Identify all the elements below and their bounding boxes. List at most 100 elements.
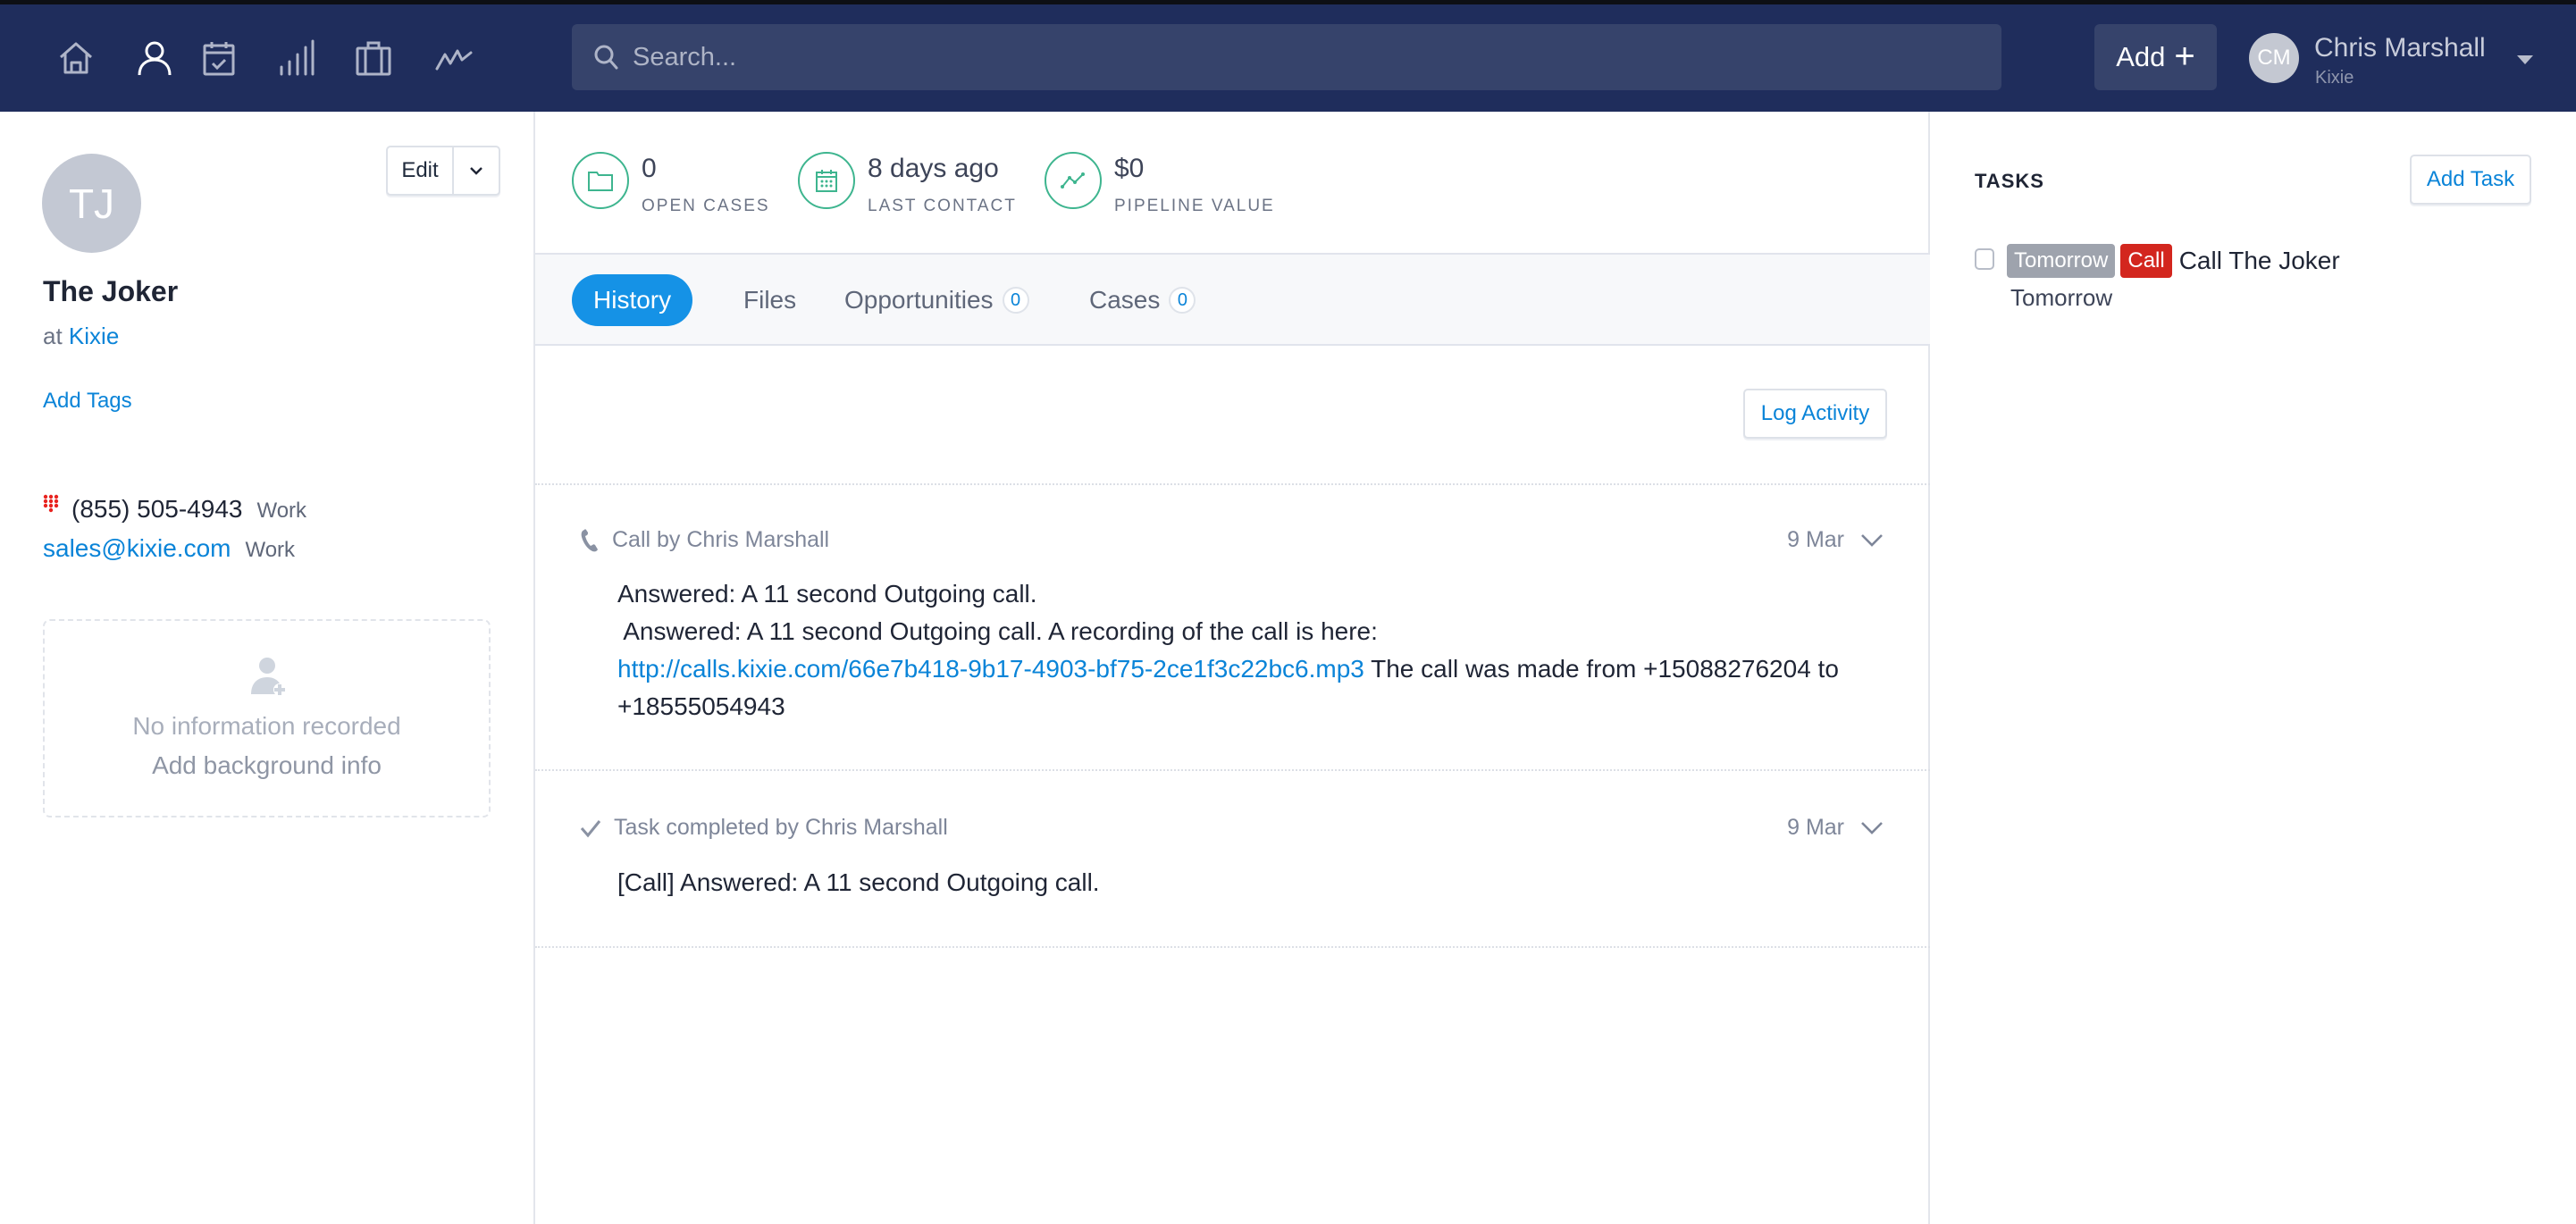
folder-icon [588,172,613,191]
contact-name: The Joker [43,275,179,307]
nav-reports[interactable] [275,38,316,79]
edit-button-group: Edit [386,146,500,196]
history-entry-title: Call by Chris Marshall [612,527,830,552]
entry-text: The call was made from +15088276204 to [1364,655,1839,683]
trend-line-icon [1061,172,1085,189]
activity-line-icon [435,49,473,71]
stat-icon-circle [798,152,855,209]
stat-icon-circle [1045,152,1102,209]
chevron-down-icon[interactable] [1860,533,1884,548]
plus-icon: + [2174,36,2195,76]
contact-sidebar: TJ Edit The Joker at Kixie Add Tags (855… [0,112,535,1224]
history-entry-date-row: 9 Mar [1787,815,1884,841]
email-type: Work [245,538,296,562]
phone-type: Work [256,499,307,523]
chevron-down-icon[interactable] [1860,821,1884,835]
contact-avatar: TJ [42,154,141,253]
nav-pipeline[interactable] [433,38,474,79]
add-task-button[interactable]: Add Task [2410,155,2531,205]
top-nav-bar: Add + CM Chris Marshall Kixie [0,4,2576,112]
task-type-badge: Call [2120,244,2172,278]
divider [535,769,1930,771]
person-icon [138,41,172,76]
divider [535,946,1930,948]
contact-company-line: at Kixie [43,323,119,350]
home-icon [60,42,92,74]
nav-cases[interactable] [353,38,394,79]
add-tags-link[interactable]: Add Tags [43,389,132,414]
tab-cases[interactable]: Cases 0 [1089,274,1196,326]
signal-bars-icon [280,39,315,76]
add-button-label: Add [2116,41,2166,72]
chevron-down-icon [470,167,482,175]
count-badge: 0 [1169,287,1196,314]
email-link[interactable]: sales@kixie.com [43,534,231,563]
nav-tasks[interactable] [198,38,239,79]
nav-contacts[interactable] [134,38,175,79]
history-entry-body: [Call] Answered: A 11 second Outgoing ca… [617,864,1904,901]
email-row: sales@kixie.com Work [43,534,295,563]
add-button[interactable]: Add + [2094,24,2217,90]
task-checkbox[interactable] [1975,248,1994,270]
stat-label: PIPELINE VALUE [1114,197,1275,215]
divider [535,483,1930,485]
stat-icon-circle [572,152,629,209]
log-activity-button[interactable]: Log Activity [1743,389,1887,439]
history-entry-date-row: 9 Mar [1787,527,1884,553]
history-entry-body: Answered: A 11 second Outgoing call. Ans… [617,575,1904,725]
stat-value: $0 [1114,154,1145,183]
calendar-check-icon [203,42,235,76]
history-entry-header: Call by Chris Marshall [580,527,829,553]
edit-button[interactable]: Edit [388,147,454,194]
stat-value: 0 [642,154,657,183]
stat-open-cases: 0 OPEN CASES [572,152,770,216]
count-badge: 0 [1002,287,1029,314]
entry-line: Answered: A 11 second Outgoing call. [617,580,1037,608]
phone-row: (855) 505-4943 Work [43,494,306,524]
history-entry-date: 9 Mar [1787,527,1844,552]
search-input[interactable] [633,42,1973,72]
background-empty-text: No information recorded [132,712,401,740]
stat-label: LAST CONTACT [868,197,1017,215]
at-prefix: at [43,323,63,349]
history-entry-header: Task completed by Chris Marshall [580,815,948,841]
user-name[interactable]: Chris Marshall [2314,33,2486,63]
tab-opportunities[interactable]: Opportunities 0 [844,274,1029,326]
tab-label: Opportunities [844,286,994,314]
user-avatar[interactable]: CM [2249,33,2299,83]
tab-label: Files [743,286,797,314]
search-bar[interactable] [572,24,2001,90]
tab-history[interactable]: History [572,274,693,326]
briefcase-icon [356,41,391,76]
contact-main: 0 OPEN CASES 8 days ago LAST CONTACT $0 … [535,112,1930,1224]
stat-value: 8 days ago [868,154,999,183]
entry-line: Answered: A 11 second Outgoing call. A r… [617,617,1378,645]
entry-line: +18555054943 [617,692,785,720]
stat-last-contact: 8 days ago LAST CONTACT [798,152,1017,216]
entry-line: [Call] Answered: A 11 second Outgoing ca… [617,868,1100,896]
recording-link[interactable]: http://calls.kixie.com/66e7b418-9b17-490… [617,655,1364,683]
user-menu-caret-icon[interactable] [2517,55,2533,64]
task-when-badge: Tomorrow [2007,244,2116,278]
task-title[interactable]: Call The Joker [2179,247,2340,275]
tab-files[interactable]: Files [743,274,796,326]
tab-label: History [593,286,672,314]
add-background-link[interactable]: Add background info [152,751,382,780]
stats-strip: 0 OPEN CASES 8 days ago LAST CONTACT $0 … [535,112,1930,255]
company-link[interactable]: Kixie [69,323,119,349]
background-info-box[interactable]: No information recorded Add background i… [43,619,491,817]
stat-pipeline-value: $0 PIPELINE VALUE [1045,152,1275,216]
phone-number[interactable]: (855) 505-4943 [71,495,242,524]
tasks-panel: TASKS Add Task Tomorrow Call Call The Jo… [1930,112,2576,1224]
entry-line: http://calls.kixie.com/66e7b418-9b17-490… [617,650,1904,688]
history-entry-title: Task completed by Chris Marshall [614,815,948,840]
tab-label: Cases [1089,286,1161,314]
search-icon [594,45,618,70]
kixie-dialpad-icon[interactable] [43,494,63,517]
task-item: Tomorrow Call Call The Joker [1975,244,2340,278]
edit-dropdown-button[interactable] [454,147,499,194]
phone-icon [581,528,598,551]
check-icon [580,819,601,837]
nav-home[interactable] [55,38,96,79]
task-due: Tomorrow [2010,284,2113,311]
